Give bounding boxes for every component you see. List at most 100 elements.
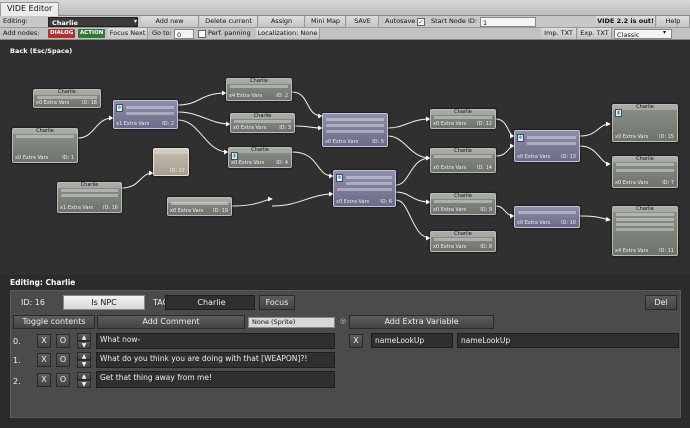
connection-wire: [395, 191, 431, 205]
node-line: [346, 182, 392, 185]
node-extra-vars: x0 Extra Vars: [15, 155, 49, 161]
node-extra-vars: x0 Extra Vars: [615, 134, 649, 140]
dialog-node[interactable]: Charlie x0 Extra Vars ID: 12: [430, 109, 496, 129]
save-button[interactable]: SAVE: [347, 16, 379, 27]
connection-wire: [291, 91, 323, 119]
add-extra-variable-button[interactable]: Add Extra Variable: [349, 315, 494, 329]
node-id: ID: 9: [480, 207, 492, 213]
dialog-node[interactable]: Charlie x0 Extra Vars ID: 1: [12, 128, 78, 163]
dialog-node[interactable]: Charlie x1 Extra Vars ID: 16: [57, 182, 122, 213]
move-line-up-button[interactable]: ▲: [77, 333, 91, 341]
secondary-toolbar: Add nodes: DIALOG ACTION Focus Next Go t…: [0, 28, 690, 40]
move-line-down-button[interactable]: ▼: [77, 380, 91, 388]
node-line: [616, 213, 674, 216]
move-line-up-button[interactable]: ▲: [77, 352, 91, 360]
action-node[interactable]: ❖ x1 Extra Vars ID: 2: [113, 100, 178, 129]
remove-line-button[interactable]: X: [37, 334, 51, 348]
dialogue-select[interactable]: Charlie: [48, 17, 138, 27]
line-text-input[interactable]: What now-: [96, 333, 335, 349]
node-line: [61, 194, 118, 197]
move-line-up-button[interactable]: ▲: [77, 372, 91, 380]
action-node[interactable]: ❖ x0 Extra Vars ID: 6: [333, 170, 396, 207]
dialog-node[interactable]: Charlie x0 Extra Vars ID: 3: [230, 113, 295, 133]
dialog-node[interactable]: Charlie x0 Extra Vars ID: 9: [430, 193, 496, 215]
export-txt-button[interactable]: Exp. TXT: [578, 28, 612, 39]
connection-wire: [121, 170, 154, 189]
dialog-node[interactable]: Charlie x4 Extra Vars ID: 2: [226, 78, 292, 101]
node-line: [16, 135, 74, 138]
add-action-node-button[interactable]: ACTION: [78, 29, 106, 38]
object-picker-icon[interactable]: ◎: [340, 317, 346, 325]
line-index: 0.: [13, 337, 21, 346]
node-id: ID: 14: [477, 165, 492, 171]
delete-node-button[interactable]: Del: [645, 295, 677, 310]
dialog-node[interactable]: Charlie x0 Extra Vars ID: 8: [430, 231, 496, 252]
dialog-node[interactable]: Charlie ▮ x0 Extra Vars ID: 4: [228, 147, 292, 168]
sprite-field[interactable]: None (Sprite): [248, 317, 335, 328]
start-node-input[interactable]: 1: [480, 17, 536, 27]
node-id-label: ID: 16: [21, 298, 45, 307]
action-node[interactable]: ❖ x0 Extra Vars ID: 13: [514, 130, 580, 162]
line-text-input[interactable]: Get that thing away from me!: [96, 371, 335, 388]
add-dialog-node-button[interactable]: DIALOG: [48, 29, 76, 38]
move-line-down-button[interactable]: ▼: [77, 360, 91, 368]
node-line: [337, 188, 392, 191]
remove-extra-variable-button[interactable]: X: [349, 334, 363, 348]
node-id: ID: 16: [103, 205, 118, 211]
perf-panning-checkbox[interactable]: [198, 30, 206, 38]
line-index: 1.: [13, 356, 21, 365]
delete-current-button[interactable]: Delete current: [200, 16, 258, 27]
back-label[interactable]: Back (Esc/Space): [10, 47, 72, 55]
line-options-button[interactable]: O: [56, 353, 70, 367]
is-npc-button[interactable]: Is NPC: [63, 295, 145, 310]
line-options-button[interactable]: O: [56, 373, 70, 387]
node-name: Charlie: [13, 129, 77, 134]
node-extra-vars: x0 Extra Vars: [517, 154, 551, 160]
goto-input[interactable]: 0: [174, 29, 194, 39]
version-notice-button[interactable]: VIDE 2.2 is out!: [596, 16, 656, 27]
assign-button[interactable]: Assign: [259, 16, 305, 27]
focus-next-button[interactable]: Focus Next: [108, 28, 148, 39]
focus-button[interactable]: Focus: [259, 295, 295, 310]
autosave-checkbox[interactable]: ✓: [417, 18, 425, 26]
node-line: [126, 106, 174, 109]
node-extra-vars: x0 Extra Vars: [36, 100, 70, 106]
action-node[interactable]: x0 Extra Vars ID: 5: [322, 113, 388, 147]
import-txt-button[interactable]: Imp. TXT: [541, 28, 577, 39]
remove-line-button[interactable]: X: [37, 373, 51, 387]
add-comment-button[interactable]: Add Comment: [97, 315, 245, 329]
portrait-icon: ▮: [231, 152, 238, 160]
move-line-down-button[interactable]: ▼: [77, 341, 91, 349]
line-options-button[interactable]: O: [56, 334, 70, 348]
autosave-label: Autosave: [385, 17, 416, 25]
dialog-node-selected[interactable]: ID: 17: [153, 148, 189, 176]
window-title-tab[interactable]: VIDE Editor: [0, 2, 60, 16]
tag-input[interactable]: Charlie: [165, 295, 255, 310]
line-text-input[interactable]: What do you think you are doing with tha…: [96, 352, 335, 368]
remove-line-button[interactable]: X: [37, 353, 51, 367]
dialog-node[interactable]: Charlie x4 Extra Vars ID: 11: [612, 206, 678, 256]
main-toolbar: Editing: Charlie ▾ Add new dialogue Dele…: [0, 16, 690, 36]
dialog-node[interactable]: Charlie x0 Extra Vars ID: 14: [430, 148, 496, 173]
add-dialogue-button[interactable]: Add new dialogue: [141, 16, 199, 36]
node-extra-vars: x0 Extra Vars: [433, 244, 467, 250]
dialog-node[interactable]: x0 Extra Vars ID: 19: [167, 197, 232, 216]
node-name: Charlie: [229, 148, 291, 153]
node-line: [326, 124, 384, 127]
node-name: Charlie: [431, 232, 495, 237]
localization-button[interactable]: Localization: None: [256, 28, 320, 39]
node-line: [37, 96, 97, 99]
toggle-contents-button[interactable]: Toggle contents: [13, 315, 95, 329]
dialog-node[interactable]: Charlie x0 Extra Vars ID: 7: [612, 156, 678, 188]
goto-label: Go to:: [152, 29, 172, 37]
node-name: [154, 149, 188, 154]
extra-variable-value-input[interactable]: nameLookUp: [457, 333, 679, 348]
help-button[interactable]: Help: [657, 16, 690, 27]
node-line: [616, 228, 674, 231]
action-node[interactable]: x0 Extra Vars ID: 10: [514, 206, 580, 228]
dialog-node[interactable]: Charlie x0 Extra Vars ID: 18: [33, 89, 101, 108]
node-name: Charlie: [613, 105, 677, 110]
mini-map-button[interactable]: Mini Map: [306, 16, 346, 27]
extra-variable-key-input[interactable]: nameLookUp: [371, 333, 453, 348]
dialog-node[interactable]: Charlie ▮ x0 Extra Vars ID: 15: [612, 104, 678, 142]
